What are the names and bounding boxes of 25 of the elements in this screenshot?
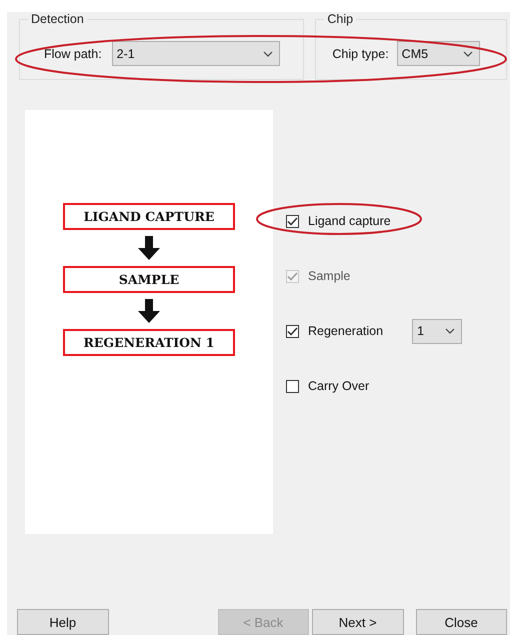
checkbox-label: Sample [308, 269, 350, 283]
dialog-button[interactable]: Next > [312, 609, 404, 635]
group-title: Detection [30, 12, 85, 26]
chevron-icon [462, 50, 473, 56]
down-arrow-icon [137, 236, 161, 260]
checkbox-label: Ligand capture [308, 214, 391, 228]
dialog-button[interactable]: Help [17, 609, 108, 635]
chevron-icon [262, 50, 273, 56]
group-title: Chip [326, 12, 354, 26]
checkbox-label: Regeneration [308, 324, 384, 338]
chevron-icon [445, 328, 456, 334]
dialog-button[interactable]: Close [416, 609, 507, 635]
step-box: LIGAND CAPTURE [63, 203, 235, 230]
flow-path-dropdown[interactable]: 2-1 [112, 41, 280, 66]
step-box: REGENERATION 1 [63, 329, 235, 356]
chip-type-dropdown[interactable]: CM5 [396, 41, 480, 66]
field-label: Flow path: [44, 46, 102, 60]
checkbox[interactable] [286, 324, 299, 338]
step-box: SAMPLE [63, 266, 235, 293]
count-dropdown[interactable]: 1 [412, 318, 462, 344]
checkbox[interactable] [286, 380, 299, 392]
down-arrow-icon [137, 299, 161, 323]
checkbox-label: Carry Over [308, 379, 370, 393]
field-label: Chip type: [332, 46, 389, 60]
checkbox[interactable] [286, 214, 299, 228]
